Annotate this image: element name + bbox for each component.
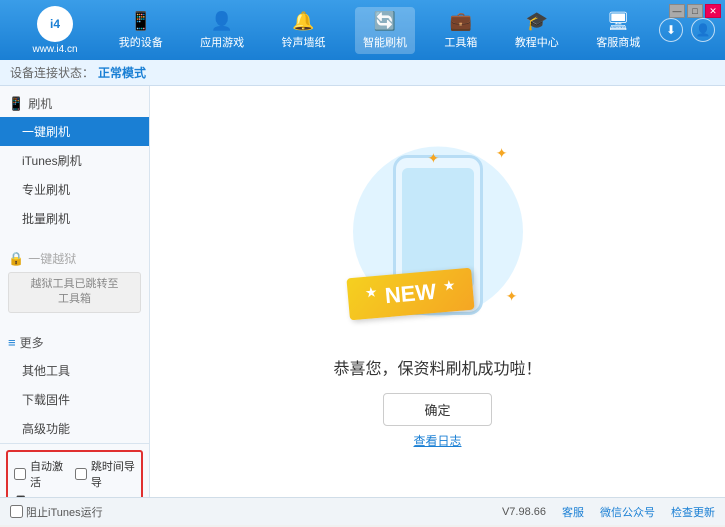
flash-section: 📱 刷机 一键刷机 iTunes刷机 专业刷机 批量刷机 xyxy=(0,90,149,233)
sidebar-bottom: 自动激活 跳时间导导 📱 iPhone 15 Pro Max 512GB iPh… xyxy=(0,443,149,497)
success-illustration: NEW ✦ ✦ ✦ xyxy=(338,135,538,345)
more-section-label: 更多 xyxy=(20,334,44,351)
download-firmware-label: 下载固件 xyxy=(22,393,70,407)
nav-toolbox-label: 工具箱 xyxy=(444,34,477,50)
itunes-block-row: 阻止iTunes运行 xyxy=(10,504,103,520)
time-guide-label[interactable]: 跳时间导导 xyxy=(91,458,135,490)
sparkle-1: ✦ xyxy=(428,150,440,167)
success-message: 恭喜您，保资料刷机成功啦！ xyxy=(333,355,541,379)
jailbreak-section: 🔒 一键越狱 越狱工具已跳转至工具箱 xyxy=(0,245,149,317)
nav-service[interactable]: 🖥 客服商城 xyxy=(588,7,648,54)
jailbreak-disabled-notice: 越狱工具已跳转至工具箱 xyxy=(8,272,141,313)
flash-section-header: 📱 刷机 xyxy=(0,90,149,117)
logo-icon: i4 xyxy=(37,6,73,42)
sparkle-2: ✦ xyxy=(496,145,508,162)
app-games-icon: 👤 xyxy=(211,11,233,32)
device-phone-icon: 📱 xyxy=(12,495,29,497)
sidebar-item-itunes-flash[interactable]: iTunes刷机 xyxy=(0,146,149,175)
auto-activate-checkbox[interactable] xyxy=(14,468,26,480)
one-key-flash-label: 一键刷机 xyxy=(22,125,70,139)
nav-service-label: 客服商城 xyxy=(596,34,640,50)
jailbreak-notice-text: 越狱工具已跳转至工具箱 xyxy=(31,278,119,305)
user-button[interactable]: 👤 xyxy=(691,18,715,42)
footer: 阻止iTunes运行 V7.98.66 客服 微信公众号 检查更新 xyxy=(0,497,725,525)
tutorial-icon: 🎓 xyxy=(526,11,548,32)
nav-my-device[interactable]: 📱 我的设备 xyxy=(111,7,171,54)
version-label: V7.98.66 xyxy=(502,506,546,518)
sidebar-item-batch-flash[interactable]: 批量刷机 xyxy=(0,204,149,233)
lock-icon: 🔒 xyxy=(8,251,24,267)
more-section-header: ≡ 更多 xyxy=(0,329,149,356)
nav-toolbox[interactable]: 💼 工具箱 xyxy=(436,7,485,54)
my-device-icon: 📱 xyxy=(129,11,151,32)
footer-wechat[interactable]: 微信公众号 xyxy=(600,504,655,520)
minimize-button[interactable]: — xyxy=(669,4,685,18)
advanced-label: 高级功能 xyxy=(22,422,70,436)
auto-activate-label[interactable]: 自动激活 xyxy=(30,458,65,490)
sidebar-item-advanced[interactable]: 高级功能 xyxy=(0,414,149,443)
logo-text: www.i4.cn xyxy=(32,44,77,55)
status-label: 设备连接状态： xyxy=(10,64,94,81)
block-itunes-label[interactable]: 阻止iTunes运行 xyxy=(26,504,103,520)
flash-section-label: 刷机 xyxy=(28,95,52,112)
time-guide-row: 跳时间导导 xyxy=(73,455,137,493)
maximize-button[interactable]: □ xyxy=(687,4,703,18)
sidebar-item-download-firmware[interactable]: 下载固件 xyxy=(0,385,149,414)
content-area: NEW ✦ ✦ ✦ 恭喜您，保资料刷机成功啦！ 确定 查看日志 xyxy=(150,86,725,497)
sparkle-3: ✦ xyxy=(506,288,518,305)
footer-check-update[interactable]: 检查更新 xyxy=(671,504,715,520)
nav-app-games-label: 应用游戏 xyxy=(200,34,244,50)
more-section-icon: ≡ xyxy=(8,335,16,350)
download-button[interactable]: ⬇ xyxy=(659,18,683,42)
auto-activate-row: 自动激活 xyxy=(12,455,67,493)
jailbreak-section-label: 一键越狱 xyxy=(28,250,76,267)
batch-flash-label: 批量刷机 xyxy=(22,212,70,226)
device-row: 📱 iPhone 15 Pro Max xyxy=(12,495,137,497)
sidebar: 📱 刷机 一键刷机 iTunes刷机 专业刷机 批量刷机 xyxy=(0,86,150,497)
status-bar: 设备连接状态： 正常模式 xyxy=(0,60,725,86)
footer-left: 阻止iTunes运行 xyxy=(10,504,486,520)
jailbreak-section-header: 🔒 一键越狱 xyxy=(0,245,149,272)
main-layout: 📱 刷机 一键刷机 iTunes刷机 专业刷机 批量刷机 xyxy=(0,86,725,497)
close-button[interactable]: ✕ xyxy=(705,4,721,18)
top-right-controls: ⬇ 👤 xyxy=(659,18,715,42)
nav-smart-flash-label: 智能刷机 xyxy=(363,34,407,50)
other-tools-label: 其他工具 xyxy=(22,364,70,378)
top-navbar: i4 www.i4.cn 📱 我的设备 👤 应用游戏 🔔 铃声墙纸 🔄 智能刷机 xyxy=(0,0,725,60)
footer-customer-service[interactable]: 客服 xyxy=(562,504,584,520)
nav-my-device-label: 我的设备 xyxy=(119,34,163,50)
window-controls: — □ ✕ xyxy=(669,4,721,18)
nav-ringtones-label: 铃声墙纸 xyxy=(282,34,326,50)
sidebar-item-pro-flash[interactable]: 专业刷机 xyxy=(0,175,149,204)
view-log-link[interactable]: 查看日志 xyxy=(413,432,461,449)
nav-smart-flash[interactable]: 🔄 智能刷机 xyxy=(355,7,415,54)
nav-ringtones[interactable]: 🔔 铃声墙纸 xyxy=(274,7,334,54)
more-section: ≡ 更多 其他工具 下载固件 高级功能 xyxy=(0,329,149,443)
sidebar-item-other-tools[interactable]: 其他工具 xyxy=(0,356,149,385)
itunes-flash-label: iTunes刷机 xyxy=(22,154,82,168)
flash-section-icon: 📱 xyxy=(8,96,24,112)
nav-tutorial[interactable]: 🎓 教程中心 xyxy=(507,7,567,54)
block-itunes-checkbox[interactable] xyxy=(10,505,23,518)
toolbox-icon: 💼 xyxy=(450,11,472,32)
confirm-button[interactable]: 确定 xyxy=(383,393,491,426)
time-guide-checkbox[interactable] xyxy=(75,468,87,480)
sidebar-item-one-key-flash[interactable]: 一键刷机 xyxy=(0,117,149,146)
ringtones-icon: 🔔 xyxy=(292,11,314,32)
smart-flash-icon: 🔄 xyxy=(374,11,396,32)
footer-right: V7.98.66 客服 微信公众号 检查更新 xyxy=(502,504,715,520)
nav-items: 📱 我的设备 👤 应用游戏 🔔 铃声墙纸 🔄 智能刷机 💼 工具箱 🎓 xyxy=(100,7,659,54)
service-icon: 🖥 xyxy=(607,11,630,32)
pro-flash-label: 专业刷机 xyxy=(22,183,70,197)
nav-app-games[interactable]: 👤 应用游戏 xyxy=(192,7,252,54)
logo: i4 www.i4.cn xyxy=(10,6,100,55)
nav-tutorial-label: 教程中心 xyxy=(515,34,559,50)
status-value: 正常模式 xyxy=(98,64,146,81)
